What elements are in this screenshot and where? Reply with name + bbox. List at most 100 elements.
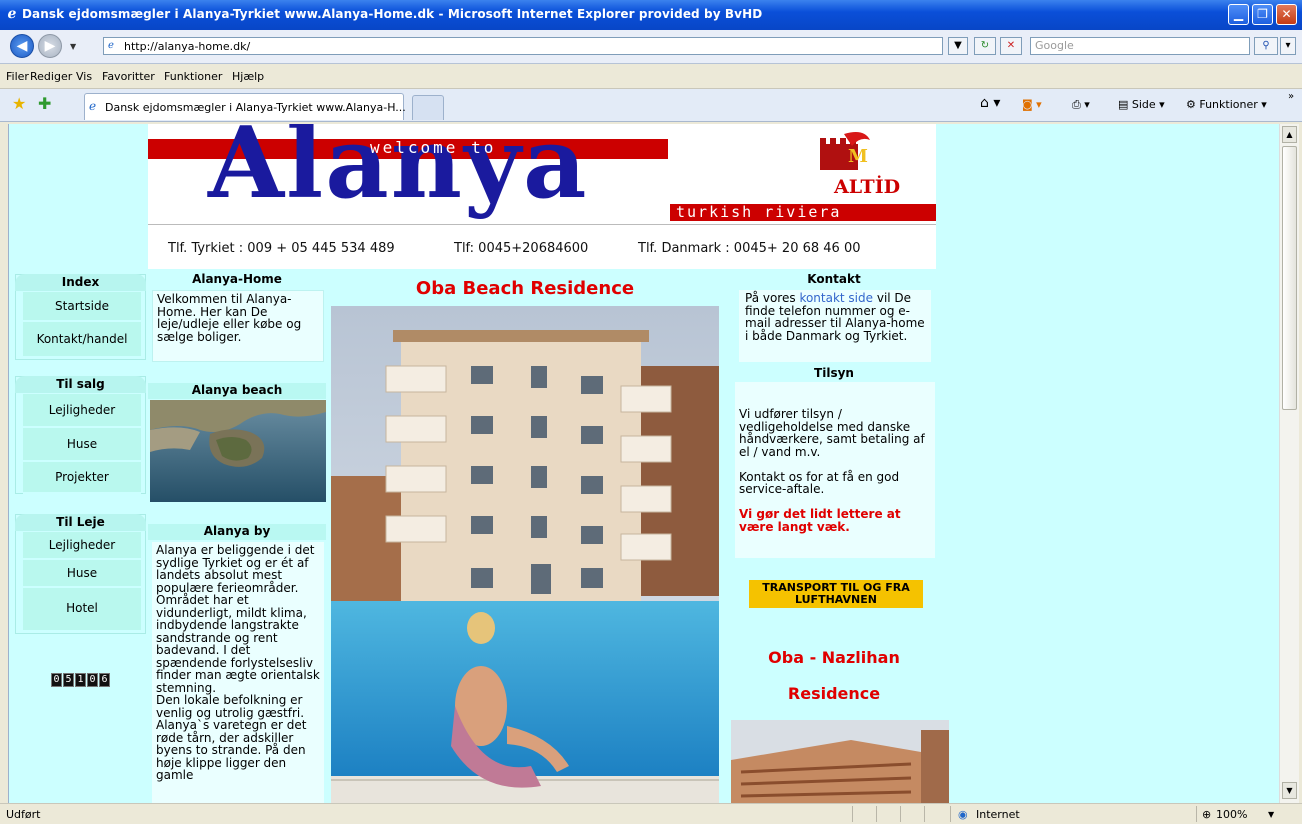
nav-index-title: Index bbox=[15, 274, 146, 291]
menu-hjaelp[interactable]: Hjælp bbox=[232, 70, 264, 83]
refresh-button[interactable]: ↻ bbox=[974, 37, 996, 55]
banner-altid-text: ALTİD bbox=[834, 176, 901, 198]
site-banner: Alanya welcome to turkish riviera M ALTİ… bbox=[148, 124, 936, 224]
alanya-by-text-p2: Den lokale befolkning er venlig og utrol… bbox=[156, 693, 307, 782]
page-menu-label: Side bbox=[1131, 98, 1156, 111]
visitor-counter: 05106 bbox=[51, 672, 111, 687]
page-icon: ▤ bbox=[1118, 98, 1132, 111]
zoom-level[interactable]: 100% bbox=[1216, 808, 1247, 821]
address-toolbar: ◀ ▶ ▼ ℯ http://alanya-home.dk/ ▼ ↻ ✕ Goo… bbox=[0, 30, 1302, 64]
alanya-by-text-p1: Alanya er beliggende i det sydlige Tyrki… bbox=[156, 543, 320, 695]
nav-link-kontakt-handel[interactable]: Kontakt/handel bbox=[23, 322, 141, 358]
address-dropdown-button[interactable]: ▼ bbox=[948, 37, 968, 55]
gear-icon: ⚙ bbox=[1186, 98, 1200, 111]
favorites-star-icon[interactable]: ★ bbox=[12, 94, 26, 113]
menu-funktioner[interactable]: Funktioner bbox=[164, 70, 222, 83]
page-icon: ℯ bbox=[108, 40, 114, 51]
alanya-by-title: Alanya by bbox=[148, 524, 326, 540]
search-input[interactable]: Google bbox=[1030, 37, 1250, 55]
zoom-icon: ⊕ bbox=[1202, 808, 1212, 821]
new-tab-button[interactable] bbox=[412, 95, 444, 120]
phone-turkey: Tlf. Tyrkiet : 009 + 05 445 534 489 bbox=[168, 241, 395, 256]
menu-filer[interactable]: Filer bbox=[6, 70, 29, 83]
address-input[interactable]: ℯ http://alanya-home.dk/ bbox=[103, 37, 943, 55]
counter-digit: 5 bbox=[63, 673, 74, 687]
counter-digit: 0 bbox=[87, 673, 98, 687]
add-favorite-icon[interactable]: ✚ bbox=[38, 94, 51, 113]
close-button[interactable]: ✕ bbox=[1276, 4, 1297, 25]
status-bar: Udført ◉ Internet ⊕ 100% ▼ bbox=[0, 803, 1302, 824]
menu-favoritter[interactable]: Favoritter bbox=[102, 70, 155, 83]
scroll-down-arrow-icon[interactable]: ▼ bbox=[1282, 782, 1297, 799]
nazlihan-residence-photo bbox=[731, 720, 949, 803]
window-title: Dansk ejdomsmægler i Alanya-Tyrkiet www.… bbox=[22, 7, 763, 21]
nav-salg-title: Til salg bbox=[15, 376, 146, 393]
nav-link-salg-huse[interactable]: Huse bbox=[23, 428, 141, 462]
history-dropdown-icon[interactable]: ▼ bbox=[70, 42, 76, 51]
menu-rediger[interactable]: Rediger bbox=[30, 70, 72, 83]
window-titlebar: ℯ Dansk ejdomsmægler i Alanya-Tyrkiet ww… bbox=[0, 0, 1302, 30]
alanya-by-text: Alanya er beliggende i det sydlige Tyrki… bbox=[152, 542, 324, 803]
tilsyn-text-1: Vi udfører tilsyn / vedligeholdelse med … bbox=[739, 407, 925, 459]
forward-button[interactable]: ▶ bbox=[38, 34, 62, 58]
tab-label: Dansk ejdomsmægler i Alanya-Tyrkiet www.… bbox=[105, 101, 406, 114]
zoom-dropdown-icon[interactable]: ▼ bbox=[1268, 810, 1274, 819]
kontakt-text: På vores kontakt side vil De finde telef… bbox=[739, 290, 931, 362]
page-viewport: Alanya welcome to turkish riviera M ALTİ… bbox=[8, 124, 1280, 803]
vertical-scrollbar[interactable]: ▲ ▼ bbox=[1279, 124, 1299, 803]
status-divider bbox=[876, 806, 877, 822]
page-menu-button[interactable]: ▤ Side ▾ bbox=[1118, 98, 1165, 111]
tab-current[interactable]: ℯ Dansk ejdomsmægler i Alanya-Tyrkiet ww… bbox=[84, 93, 406, 120]
scrollbar-thumb[interactable] bbox=[1282, 146, 1297, 410]
url-text: http://alanya-home.dk/ bbox=[124, 40, 251, 53]
nav-link-leje-hotel[interactable]: Hotel bbox=[23, 588, 141, 632]
kontakt-title: Kontakt bbox=[807, 272, 861, 286]
status-divider bbox=[950, 806, 951, 822]
home-icon[interactable]: ⌂ ▾ bbox=[980, 95, 1000, 111]
nazlihan-title-line2: Residence bbox=[787, 684, 881, 703]
counter-digit: 1 bbox=[75, 673, 86, 687]
tilsyn-title: Tilsyn bbox=[814, 366, 854, 380]
status-divider bbox=[852, 806, 853, 822]
banner-welcome-text: welcome to bbox=[370, 138, 497, 157]
banner-riviera-text: turkish riviera bbox=[676, 203, 842, 221]
alanya-home-text: Velkommen til Alanya-Home. Her kan De le… bbox=[152, 290, 324, 362]
tilsyn-box: Vi udfører tilsyn / vedligeholdelse med … bbox=[735, 382, 935, 558]
alanya-beach-title: Alanya beach bbox=[148, 383, 326, 399]
tab-ie-icon: ℯ bbox=[89, 99, 97, 113]
print-icon[interactable]: ⎙ ▾ bbox=[1072, 98, 1090, 112]
nazlihan-title-line1: Oba - Nazlihan bbox=[768, 648, 900, 667]
stop-button[interactable]: ✕ bbox=[1000, 37, 1022, 55]
svg-text:M: M bbox=[848, 146, 868, 167]
phone-denmark: Tlf. Danmark : 0045+ 20 68 46 00 bbox=[638, 241, 861, 256]
status-divider bbox=[924, 806, 925, 822]
status-divider bbox=[900, 806, 901, 822]
back-button[interactable]: ◀ bbox=[10, 34, 34, 58]
transport-link-button[interactable]: TRANSPORT TIL OG FRA LUFTHAVNEN bbox=[749, 580, 923, 608]
zone-text: Internet bbox=[976, 808, 1020, 821]
tilsyn-red-text: Vi gør det lidt lettere at være langt væ… bbox=[739, 507, 901, 534]
phone-fax: Tlf: 0045+20684600 bbox=[454, 241, 589, 256]
nav-link-salg-lejligheder[interactable]: Lejligheder bbox=[23, 394, 141, 428]
oba-beach-residence-photo bbox=[331, 306, 719, 803]
altid-tower-logo-icon: M bbox=[820, 132, 870, 170]
feeds-icon[interactable]: ◙ ▾ bbox=[1022, 98, 1042, 111]
nav-link-leje-huse[interactable]: Huse bbox=[23, 560, 141, 588]
alanya-home-title: Alanya-Home bbox=[192, 272, 282, 286]
tools-menu-button[interactable]: ⚙ Funktioner ▾ bbox=[1186, 98, 1267, 111]
nav-link-leje-lejligheder[interactable]: Lejligheder bbox=[23, 532, 141, 560]
maximize-button[interactable]: ❐ bbox=[1252, 4, 1273, 25]
nav-leje-title: Til Leje bbox=[15, 514, 146, 531]
nav-link-startside[interactable]: Startside bbox=[23, 292, 141, 322]
scroll-up-arrow-icon[interactable]: ▲ bbox=[1282, 126, 1297, 143]
internet-explorer-icon: ℯ bbox=[7, 6, 17, 22]
minimize-button[interactable]: ▁ bbox=[1228, 4, 1249, 25]
tools-menu-label: Funktioner bbox=[1199, 98, 1258, 111]
menu-vis[interactable]: Vis bbox=[76, 70, 92, 83]
search-icon[interactable]: ⚲ bbox=[1254, 37, 1278, 55]
chevron-right-icon[interactable]: » bbox=[1288, 91, 1294, 102]
nav-link-salg-projekter[interactable]: Projekter bbox=[23, 462, 141, 494]
status-text: Udført bbox=[6, 808, 41, 821]
search-options-button[interactable]: ▾ bbox=[1280, 37, 1296, 55]
menu-bar: Filer Rediger Vis Favoritter Funktioner … bbox=[0, 64, 1302, 89]
